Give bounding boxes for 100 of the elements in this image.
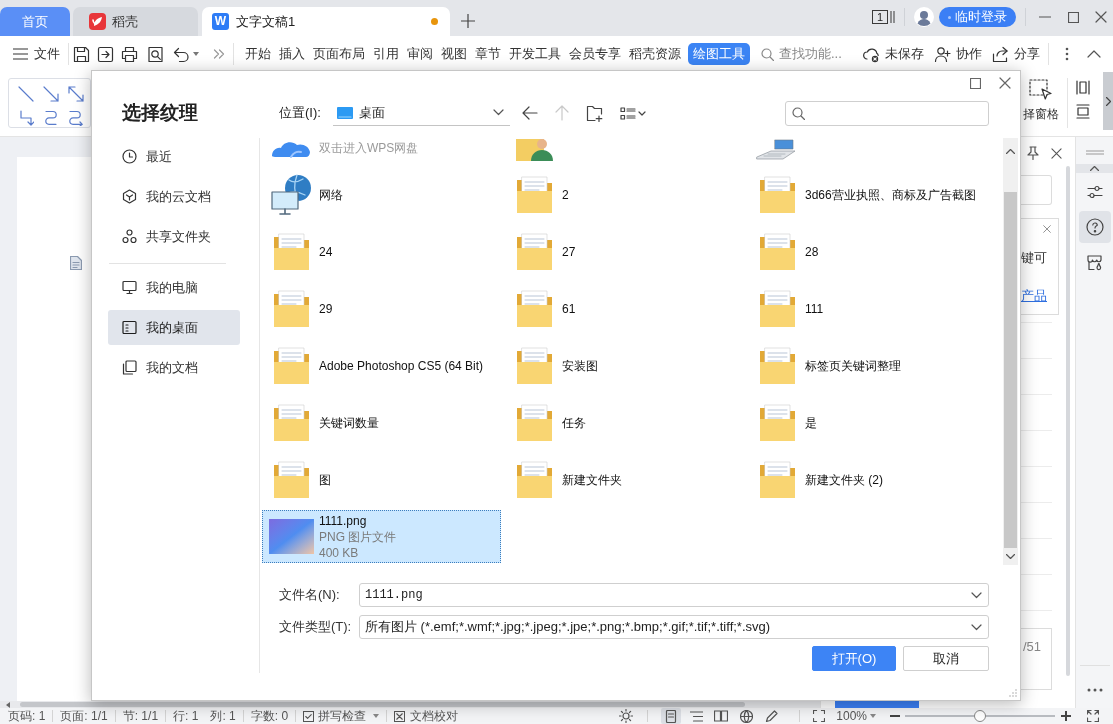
close-icon[interactable] bbox=[1051, 147, 1062, 159]
menu-tab[interactable]: 审阅 bbox=[404, 43, 436, 65]
sun-icon[interactable] bbox=[619, 709, 634, 723]
maximize-icon[interactable] bbox=[970, 77, 981, 89]
sidebar-item[interactable]: 共享文件夹 bbox=[108, 219, 240, 254]
file-item[interactable]: 24 bbox=[262, 225, 501, 278]
vertical-scrollbar[interactable] bbox=[1066, 166, 1070, 676]
sidebar-item[interactable]: 我的电脑 bbox=[108, 270, 240, 305]
sidebar-item[interactable]: 我的桌面 bbox=[108, 310, 240, 345]
tab[interactable]: 稻壳 bbox=[73, 7, 198, 36]
card-link[interactable]: 产品 bbox=[1021, 288, 1058, 304]
search-field[interactable] bbox=[785, 100, 989, 126]
more-horizontal-icon[interactable] bbox=[1086, 688, 1103, 692]
caret-down-icon bbox=[870, 714, 876, 718]
file-item[interactable]: 新建文件夹 (2) bbox=[748, 453, 998, 506]
file-item[interactable]: 61 bbox=[505, 282, 744, 335]
horizontal-scrollbar[interactable] bbox=[0, 701, 820, 708]
chevron-up-icon[interactable] bbox=[1087, 50, 1101, 58]
file-item[interactable]: 2 bbox=[505, 168, 744, 221]
file-item[interactable]: 3d66营业执照、商标及广告截图 bbox=[748, 168, 998, 221]
file-item[interactable]: 图 bbox=[262, 453, 501, 506]
menu-tab[interactable]: 会员专享 bbox=[566, 43, 624, 65]
new-folder-icon[interactable] bbox=[586, 104, 603, 122]
toolbar-action-button[interactable]: 分享 bbox=[992, 44, 1040, 64]
line-icon[interactable] bbox=[18, 86, 34, 102]
toolbar-action-button[interactable]: 协作 bbox=[934, 44, 982, 64]
proofread-button[interactable]: 文档校对 bbox=[394, 708, 459, 724]
collapse-strip[interactable] bbox=[1076, 164, 1113, 173]
toolbar-action-button[interactable]: 未保存 bbox=[863, 44, 924, 64]
align-rows-icon[interactable] bbox=[1076, 104, 1090, 119]
double-arrow-icon[interactable] bbox=[68, 86, 84, 102]
cancel-button[interactable]: 取消 bbox=[903, 646, 989, 671]
menu-tab[interactable]: 插入 bbox=[276, 43, 308, 65]
plus-icon[interactable] bbox=[1061, 711, 1071, 721]
file-item[interactable]: 新建文件夹 bbox=[505, 453, 744, 506]
menu-tab[interactable]: 页面布局 bbox=[310, 43, 368, 65]
print-icon[interactable] bbox=[121, 45, 138, 63]
close-icon[interactable] bbox=[999, 77, 1011, 89]
slider-thumb[interactable] bbox=[974, 710, 986, 722]
file-item[interactable]: 网络 bbox=[262, 168, 501, 221]
vertical-scrollbar[interactable] bbox=[1003, 138, 1018, 565]
zoom-level-button[interactable]: 100% bbox=[836, 708, 876, 724]
pin-icon[interactable] bbox=[1026, 146, 1040, 160]
spell-check-button[interactable]: 拼写检查 bbox=[303, 708, 380, 724]
file-type-dropdown[interactable]: 所有图片 (*.emf;*.wmf;*.jpg;*.jpeg;*.jpe;*.png;*.bmp;*.gif;*.tif;*.tiff;*.svg) bbox=[359, 615, 989, 639]
file-name-field[interactable]: 1111.png bbox=[359, 583, 989, 607]
file-item[interactable]: 任务 bbox=[505, 396, 744, 449]
menu-tab[interactable]: 引用 bbox=[370, 43, 402, 65]
save-icon[interactable] bbox=[73, 45, 90, 63]
file-item[interactable]: 是 bbox=[748, 396, 998, 449]
file-item[interactable]: 关键词数量 bbox=[262, 396, 501, 449]
menu-tab[interactable]: 开发工具 bbox=[506, 43, 564, 65]
select-pane-button[interactable]: 择窗格 bbox=[1021, 72, 1061, 136]
sidebar-tool-button[interactable] bbox=[1078, 211, 1111, 243]
search-field[interactable]: 查找功能... bbox=[779, 44, 853, 64]
curve-icon[interactable] bbox=[43, 110, 59, 126]
view-list-icon[interactable] bbox=[620, 105, 646, 121]
menu-tab[interactable]: 视图 bbox=[438, 43, 470, 65]
menu-tab[interactable]: 章节 bbox=[472, 43, 504, 65]
view-button[interactable] bbox=[661, 708, 682, 724]
menu-tab[interactable]: 稻壳资源 bbox=[626, 43, 684, 65]
close-icon[interactable] bbox=[1095, 11, 1107, 23]
undo-icon[interactable] bbox=[173, 45, 190, 63]
file-item[interactable]: 28 bbox=[748, 225, 998, 278]
sidebar-item[interactable]: 我的云文档 bbox=[108, 179, 240, 214]
more-vertical-icon[interactable] bbox=[1065, 47, 1069, 61]
maximize-icon[interactable] bbox=[1068, 11, 1079, 23]
export-icon[interactable] bbox=[97, 45, 114, 63]
file-item[interactable]: Adobe Photoshop CS5 (64 Bit) bbox=[262, 339, 501, 392]
avatar-icon[interactable] bbox=[914, 7, 934, 27]
close-icon[interactable] bbox=[1043, 225, 1051, 233]
back-arrow-icon[interactable] bbox=[522, 106, 538, 120]
sidebar-item[interactable]: 我的文档 bbox=[108, 350, 240, 385]
file-item[interactable]: 安装图 bbox=[505, 339, 744, 392]
caret-down-icon[interactable] bbox=[193, 52, 199, 56]
tab[interactable]: W 文字文稿1 bbox=[202, 7, 450, 36]
expand-icon[interactable] bbox=[1087, 710, 1099, 722]
file-menu-button[interactable]: 文件 bbox=[13, 44, 60, 64]
resize-grip-icon[interactable] bbox=[1009, 689, 1017, 697]
align-columns-icon[interactable] bbox=[1076, 80, 1090, 95]
add-tab-icon[interactable] bbox=[461, 14, 475, 28]
curve-arrow-icon[interactable] bbox=[68, 110, 84, 126]
menu-tab[interactable]: 绘图工具 bbox=[688, 43, 750, 65]
file-item[interactable]: 1111.png PNG 图片文件 400 KB bbox=[262, 510, 501, 563]
file-item[interactable]: 111 bbox=[748, 282, 998, 335]
elbow-arrow-icon[interactable] bbox=[18, 110, 34, 126]
menu-tab[interactable]: 开始 bbox=[242, 43, 274, 65]
zoom-slider[interactable] bbox=[905, 710, 1055, 722]
file-item[interactable]: 标签页关键词整理 bbox=[748, 339, 998, 392]
sidebar-item[interactable]: 最近 bbox=[108, 139, 240, 174]
window-count-button[interactable]: 1 bbox=[872, 10, 888, 24]
arrow-icon[interactable] bbox=[43, 86, 59, 102]
location-dropdown[interactable]: 桌面 bbox=[333, 100, 510, 126]
file-item[interactable]: 27 bbox=[505, 225, 744, 278]
confirm-button[interactable]: 打开(O) bbox=[812, 646, 896, 671]
image-thumbnail bbox=[269, 519, 314, 554]
print-preview-icon[interactable] bbox=[147, 45, 164, 63]
login-button[interactable]: 临时登录 bbox=[939, 7, 1016, 27]
fit-page-icon[interactable] bbox=[813, 710, 826, 722]
file-item[interactable]: 29 bbox=[262, 282, 501, 335]
